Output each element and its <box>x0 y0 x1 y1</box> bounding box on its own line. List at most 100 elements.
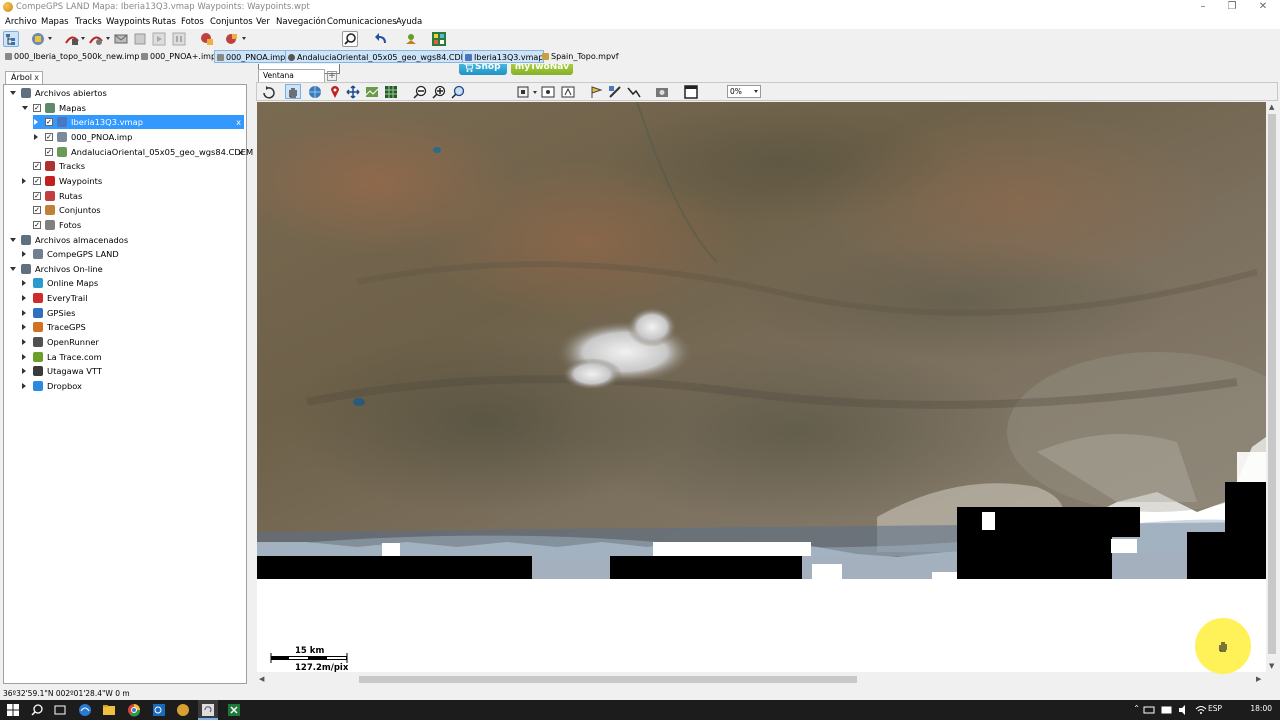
chevron-right-icon[interactable] <box>22 280 26 287</box>
chevron-down-icon[interactable] <box>81 37 85 40</box>
tree-item[interactable]: La Trace.com <box>4 350 246 364</box>
pause-button[interactable] <box>171 31 187 47</box>
chevron-down-icon[interactable] <box>10 266 16 271</box>
menu-mapas[interactable]: Mapas <box>41 17 69 27</box>
compegps-taskbar-icon[interactable] <box>176 703 190 717</box>
tab-ventana-principal[interactable]: Ventana principal <box>258 69 325 92</box>
chevron-right-icon[interactable] <box>22 177 26 184</box>
start-icon[interactable] <box>6 703 20 717</box>
open-file-button[interactable] <box>30 31 46 47</box>
battery-icon[interactable] <box>1160 703 1174 717</box>
chevron-right-icon[interactable] <box>22 324 26 331</box>
tree-item[interactable]: TraceGPS <box>4 320 246 334</box>
chevron-down-icon[interactable] <box>48 37 52 40</box>
envelope-button[interactable] <box>113 31 129 47</box>
visibility-checkbox[interactable]: ✓ <box>45 118 53 127</box>
tree-item[interactable]: Archivos almacenados <box>4 233 246 247</box>
frame-icon[interactable] <box>541 85 555 99</box>
undo-button[interactable] <box>374 31 390 47</box>
vertical-scroll-thumb[interactable] <box>1268 114 1276 654</box>
file-tab[interactable]: 000_PNOA+.imp <box>139 50 216 63</box>
zoom-in-icon[interactable] <box>432 85 446 99</box>
tray-chevron-icon[interactable]: ⌃ <box>1133 704 1140 713</box>
chevron-right-icon[interactable] <box>22 309 26 316</box>
grid-apps-button[interactable] <box>431 31 447 47</box>
zoom-select[interactable]: 0% <box>727 85 761 98</box>
stop-button[interactable] <box>132 31 148 47</box>
visibility-checkbox[interactable]: ✓ <box>33 103 41 112</box>
visibility-checkbox[interactable]: ✓ <box>33 162 41 171</box>
visibility-checkbox[interactable]: ✓ <box>33 220 41 229</box>
grid-icon[interactable] <box>384 85 398 99</box>
tree-item[interactable]: Dropbox <box>4 379 246 393</box>
vertical-scrollbar[interactable]: ▲ ▼ <box>1266 102 1278 674</box>
visibility-checkbox[interactable]: ✓ <box>33 176 41 185</box>
play-button[interactable] <box>151 31 167 47</box>
tree-item[interactable]: ✓ Waypoints <box>4 174 246 188</box>
menu-ver[interactable]: Ver <box>256 17 270 27</box>
waypoint-tool-icon[interactable] <box>328 85 342 99</box>
scroll-down-icon[interactable]: ▼ <box>1269 662 1274 670</box>
menu-conjuntos[interactable]: Conjuntos <box>210 17 253 27</box>
edge-icon[interactable] <box>78 703 92 717</box>
scroll-left-icon[interactable]: ◀ <box>259 675 264 683</box>
refresh-icon[interactable] <box>261 85 275 99</box>
tools-button[interactable] <box>223 31 239 47</box>
zoom-out-icon[interactable] <box>413 85 427 99</box>
chevron-right-icon[interactable] <box>22 383 26 389</box>
new-track-button[interactable] <box>64 31 80 47</box>
tree-item[interactable]: ✓ Conjuntos <box>4 203 246 217</box>
chevron-right-icon[interactable] <box>22 251 26 258</box>
wifi-icon[interactable] <box>1194 703 1208 717</box>
zoom-fit-icon[interactable] <box>451 85 465 99</box>
tree-item[interactable]: Utagawa VTT <box>4 364 246 378</box>
clock[interactable]: 18:00 <box>1250 704 1272 713</box>
visibility-checkbox[interactable]: ✓ <box>33 206 41 215</box>
close-icon[interactable]: x <box>236 115 241 129</box>
restore-button[interactable]: ❐ <box>1215 0 1249 15</box>
menu-archivo[interactable]: Archivo <box>5 17 37 27</box>
tree-item[interactable]: ✓ Rutas <box>4 189 246 203</box>
tree-item[interactable]: Archivos On-line <box>4 262 246 276</box>
tab-close-icon[interactable]: x <box>34 72 39 84</box>
chevron-right-icon[interactable] <box>22 353 26 360</box>
scroll-up-icon[interactable]: ▲ <box>1269 103 1274 111</box>
chevron-down-icon[interactable] <box>242 37 246 40</box>
chevron-down-icon[interactable] <box>533 91 537 94</box>
tree-item[interactable]: ✓ AndaluciaOriental_05x05_geo_wgs84.CDEM x <box>4 145 253 159</box>
sync-view-icon[interactable] <box>561 85 575 99</box>
chevron-down-icon[interactable] <box>106 37 110 40</box>
file-tab[interactable]: Iberia13Q3.vmap <box>462 50 545 63</box>
tree-item[interactable]: Archivos abiertos <box>4 86 246 100</box>
tree-item[interactable]: ✓ Tracks <box>4 159 246 173</box>
tree-item[interactable]: ✓ Fotos <box>4 218 246 232</box>
file-tab[interactable]: 000_Iberia_topo_500k_new.imp <box>3 50 139 63</box>
file-tab[interactable]: Spain_Topo.mpvf <box>540 50 619 63</box>
tree-item[interactable]: GPSies <box>4 306 246 320</box>
visibility-checkbox[interactable]: ✓ <box>45 147 53 156</box>
layers-button[interactable] <box>199 31 215 47</box>
tree-item[interactable]: ✓ Mapas <box>4 101 246 115</box>
download-button[interactable] <box>403 31 419 47</box>
file-tab[interactable]: AndaluciaOriental_05x05_geo_wgs84.CDEM <box>285 50 474 63</box>
chrome-icon[interactable] <box>127 703 141 717</box>
visibility-checkbox[interactable]: ✓ <box>33 191 41 200</box>
scroll-right-icon[interactable]: ▶ <box>1256 675 1261 683</box>
search-button[interactable] <box>342 31 358 47</box>
search-icon[interactable] <box>30 703 44 717</box>
map-view[interactable] <box>257 102 1266 672</box>
task-view-icon[interactable] <box>53 703 67 717</box>
window-icon[interactable] <box>684 85 698 99</box>
globe-icon[interactable] <box>308 85 322 99</box>
menu-rutas[interactable]: Rutas <box>152 17 176 27</box>
tree-item[interactable]: EveryTrail <box>4 291 246 305</box>
move-icon[interactable] <box>346 85 360 99</box>
view-mode-icon[interactable] <box>517 85 531 99</box>
chevron-down-icon[interactable] <box>10 91 16 95</box>
chevron-down-icon[interactable] <box>10 237 16 242</box>
tree-toggle-button[interactable] <box>3 31 19 47</box>
tree-item[interactable]: Online Maps <box>4 276 246 290</box>
close-icon[interactable]: x <box>238 145 243 159</box>
menu-ayuda[interactable]: Ayuda <box>396 17 422 27</box>
close-window-button[interactable]: ✕ <box>1246 0 1280 15</box>
